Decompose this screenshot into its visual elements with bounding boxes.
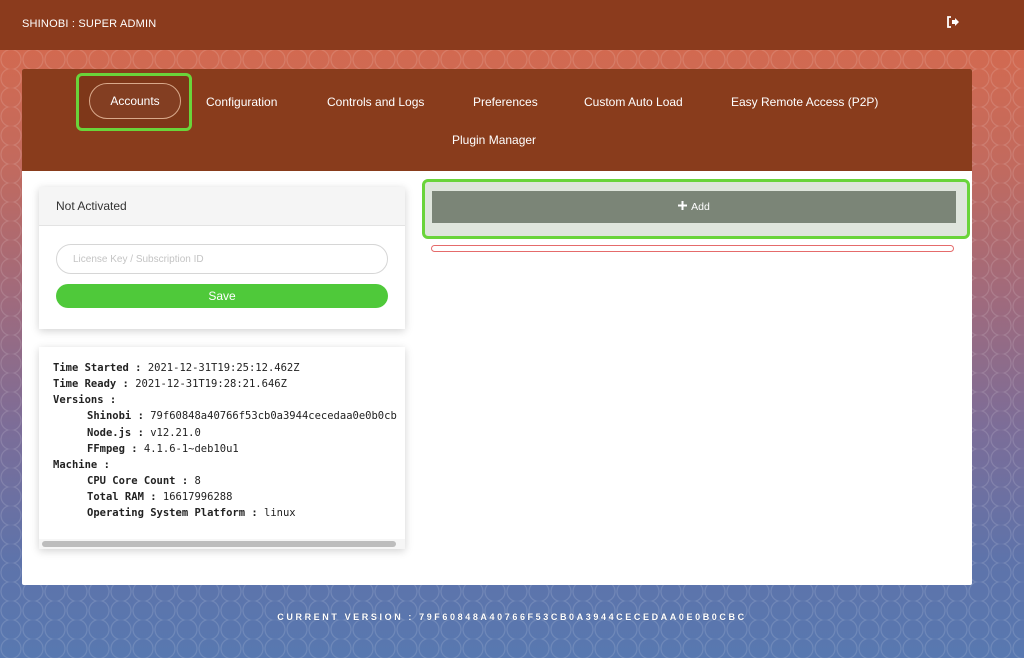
tab-custom-auto-load[interactable]: Custom Auto Load	[584, 95, 683, 109]
cpu-row: CPU Core Count : 8	[87, 475, 201, 487]
tab-accounts[interactable]: Accounts	[89, 83, 181, 119]
ram-row: Total RAM : 16617996288	[87, 491, 233, 503]
tab-configuration[interactable]: Configuration	[206, 95, 277, 109]
tab-preferences[interactable]: Preferences	[473, 95, 538, 109]
os-row: Operating System Platform : linux	[87, 507, 296, 519]
versions-row: Versions :	[53, 394, 117, 406]
shinobi-version-row: Shinobi : 79f60848a40766f53cb0a3944ceced…	[87, 410, 397, 422]
accounts-list-empty	[431, 245, 954, 252]
activation-panel: Not Activated Save	[39, 187, 405, 329]
add-label: Add	[691, 201, 710, 213]
node-version-row: Node.js : v12.21.0	[87, 427, 201, 439]
time-started-row: Time Started : 2021-12-31T19:25:12.462Z	[53, 362, 300, 374]
top-bar: SHINOBI : SUPER ADMIN	[0, 0, 1024, 50]
plus-icon	[678, 201, 688, 213]
save-button[interactable]: Save	[56, 284, 388, 308]
time-ready-row: Time Ready : 2021-12-31T19:28:21.646Z	[53, 378, 287, 390]
activation-status: Not Activated	[39, 187, 405, 226]
tab-controls-and-logs[interactable]: Controls and Logs	[327, 95, 424, 109]
machine-row: Machine :	[53, 459, 110, 471]
sign-out-icon[interactable]	[946, 15, 962, 31]
add-account-button[interactable]: Add	[432, 191, 956, 223]
scrollbar-thumb[interactable]	[42, 541, 396, 547]
license-key-input[interactable]	[56, 244, 388, 274]
tab-plugin-manager[interactable]: Plugin Manager	[452, 133, 536, 147]
current-version-footer: CURRENT VERSION : 79F60848A40766F53CB0A3…	[277, 612, 747, 622]
tab-easy-remote-access[interactable]: Easy Remote Access (P2P)	[731, 95, 878, 109]
main-card: Accounts Configuration Controls and Logs…	[22, 69, 972, 585]
ffmpeg-version-row: FFmpeg : 4.1.6-1~deb10u1	[87, 443, 239, 455]
horizontal-scrollbar[interactable]	[39, 539, 405, 549]
system-info-panel: Time Started : 2021-12-31T19:25:12.462Z …	[39, 347, 405, 549]
nav-bar: Accounts Configuration Controls and Logs…	[22, 69, 972, 171]
app-title: SHINOBI : SUPER ADMIN	[22, 18, 157, 30]
